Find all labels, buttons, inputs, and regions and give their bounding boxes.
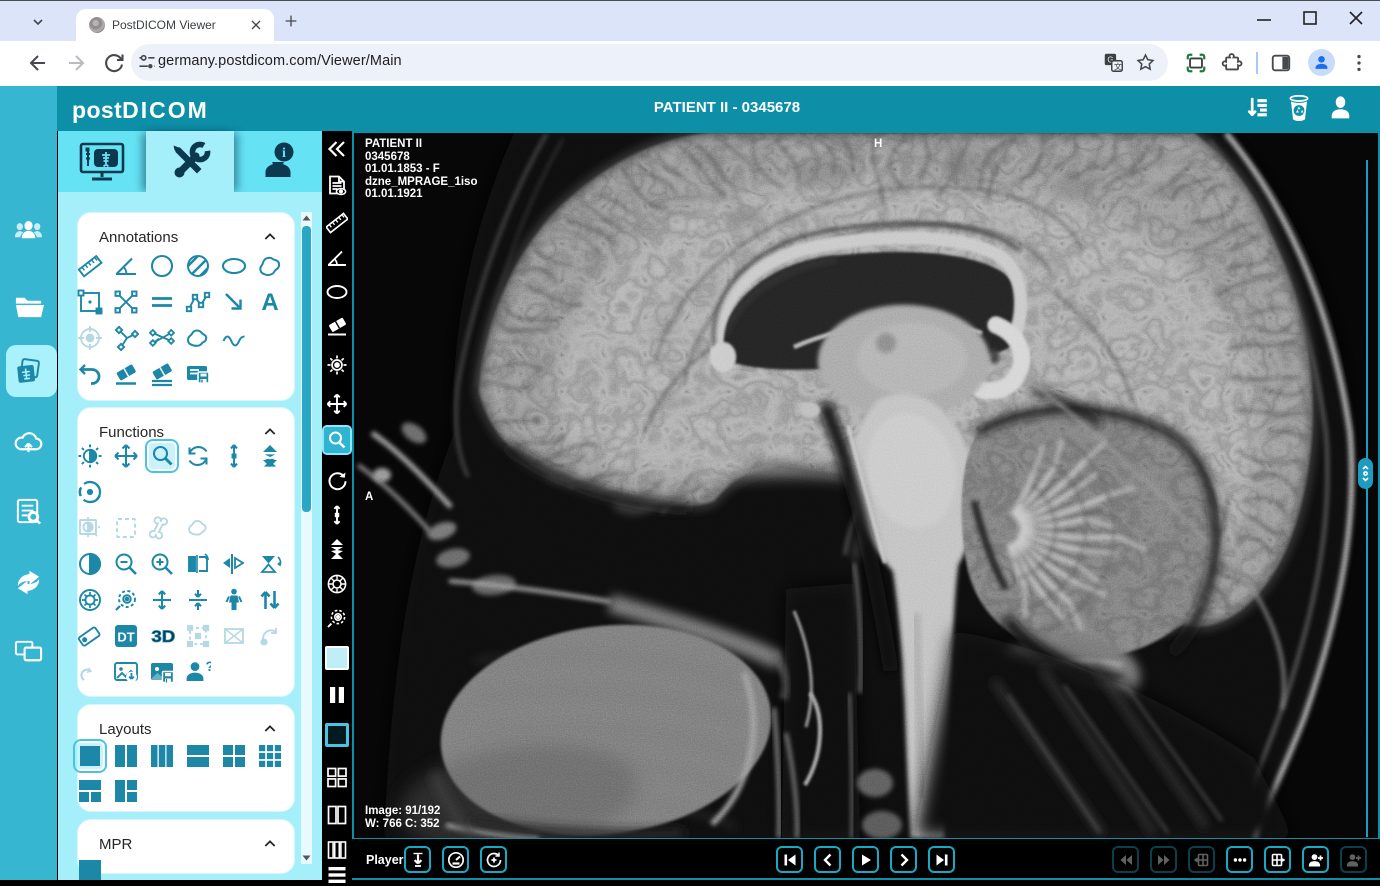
svg-text:3D: 3D — [151, 627, 175, 646]
svg-text:?: ? — [206, 659, 212, 674]
svg-text:A: A — [261, 289, 278, 315]
svg-text:文: 文 — [1114, 62, 1122, 72]
svg-text:i: i — [282, 146, 286, 161]
svg-text:DT: DT — [117, 630, 134, 645]
